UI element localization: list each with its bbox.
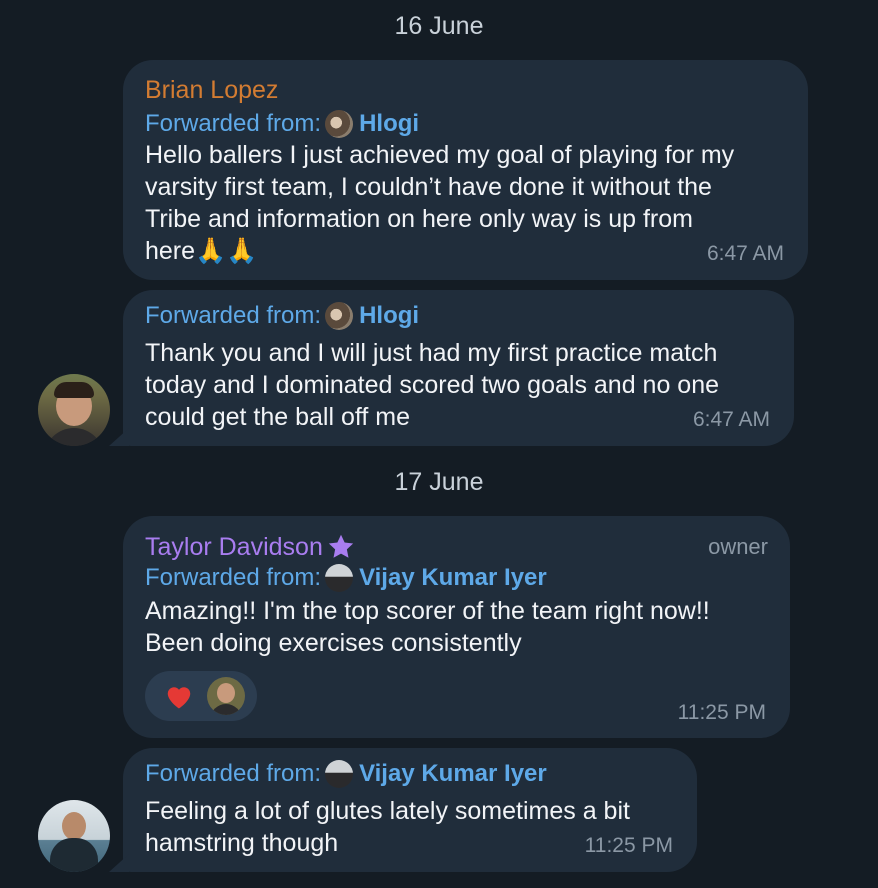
message-time: 6:47 AM xyxy=(706,242,784,265)
forwarded-from[interactable]: Forwarded from: Vijay Kumar Iyer xyxy=(145,760,547,788)
reaction-chip[interactable] xyxy=(145,671,257,721)
message-text-line: hamstring though xyxy=(145,829,339,857)
message-text-line: varsity first team, I couldn’t have done… xyxy=(145,173,712,201)
forward-source-avatar xyxy=(325,110,354,138)
sender-avatar[interactable] xyxy=(38,374,110,446)
message-bubble[interactable]: Taylor Davidson owner Forwarded from: Vi… xyxy=(123,516,790,738)
sender-name-text: Taylor Davidson xyxy=(145,532,323,561)
forwarded-label: Forwarded from: xyxy=(145,760,322,787)
role-badge: owner xyxy=(708,534,768,559)
message-bubble[interactable]: Brian Lopez Forwarded from: Hlogi Hello … xyxy=(123,60,808,280)
message-bubble[interactable]: Forwarded from: Hlogi Thank you and I wi… xyxy=(123,290,794,446)
forwarded-from[interactable]: Forwarded from: Vijay Kumar Iyer xyxy=(145,564,547,592)
message-text-line: Thank you and I will just had my first p… xyxy=(145,339,718,367)
forwarded-from[interactable]: Forwarded from: Hlogi xyxy=(145,302,419,330)
message-text-line: today and I dominated scored two goals a… xyxy=(145,371,720,399)
forwarded-label: Forwarded from: xyxy=(145,564,322,591)
message-text-line: Tribe and information on here only way i… xyxy=(145,205,693,233)
message-time: 6:47 AM xyxy=(692,408,770,431)
reactor-avatar xyxy=(207,677,245,715)
sender-name[interactable]: Brian Lopez xyxy=(145,76,278,105)
forwarded-label: Forwarded from: xyxy=(145,302,322,329)
message-bubble[interactable]: Forwarded from: Vijay Kumar Iyer Feeling… xyxy=(123,748,697,872)
forward-source-name: Vijay Kumar Iyer xyxy=(359,760,547,787)
forward-source-name: Hlogi xyxy=(359,110,420,137)
heart-icon xyxy=(164,682,194,715)
message-text-line: Feeling a lot of glutes lately sometimes… xyxy=(145,797,630,825)
forward-source-avatar xyxy=(325,302,354,330)
forward-source-avatar xyxy=(325,564,354,592)
message-time: 11:25 PM xyxy=(677,701,766,724)
message-text-line: Amazing!! I'm the top scorer of the team… xyxy=(145,597,710,625)
message-time: 11:25 PM xyxy=(584,834,673,857)
forward-source-name: Hlogi xyxy=(359,302,420,329)
message-text-line: Been doing exercises consistently xyxy=(145,629,522,657)
forwarded-from[interactable]: Forwarded from: Hlogi xyxy=(145,110,419,138)
message-text-line: here🙏🙏 xyxy=(145,237,258,265)
forwarded-label: Forwarded from: xyxy=(145,110,322,137)
forward-source-name: Vijay Kumar Iyer xyxy=(359,564,547,591)
sender-name[interactable]: Taylor Davidson xyxy=(145,532,356,562)
message-text-line: could get the ball off me xyxy=(145,403,410,431)
forward-source-avatar xyxy=(325,760,354,788)
message-text-line: Hello ballers I just achieved my goal of… xyxy=(145,141,735,169)
date-separator: 17 June xyxy=(394,468,484,496)
date-separator: 16 June xyxy=(394,12,484,40)
sender-avatar[interactable] xyxy=(38,800,110,872)
star-icon xyxy=(326,532,356,562)
